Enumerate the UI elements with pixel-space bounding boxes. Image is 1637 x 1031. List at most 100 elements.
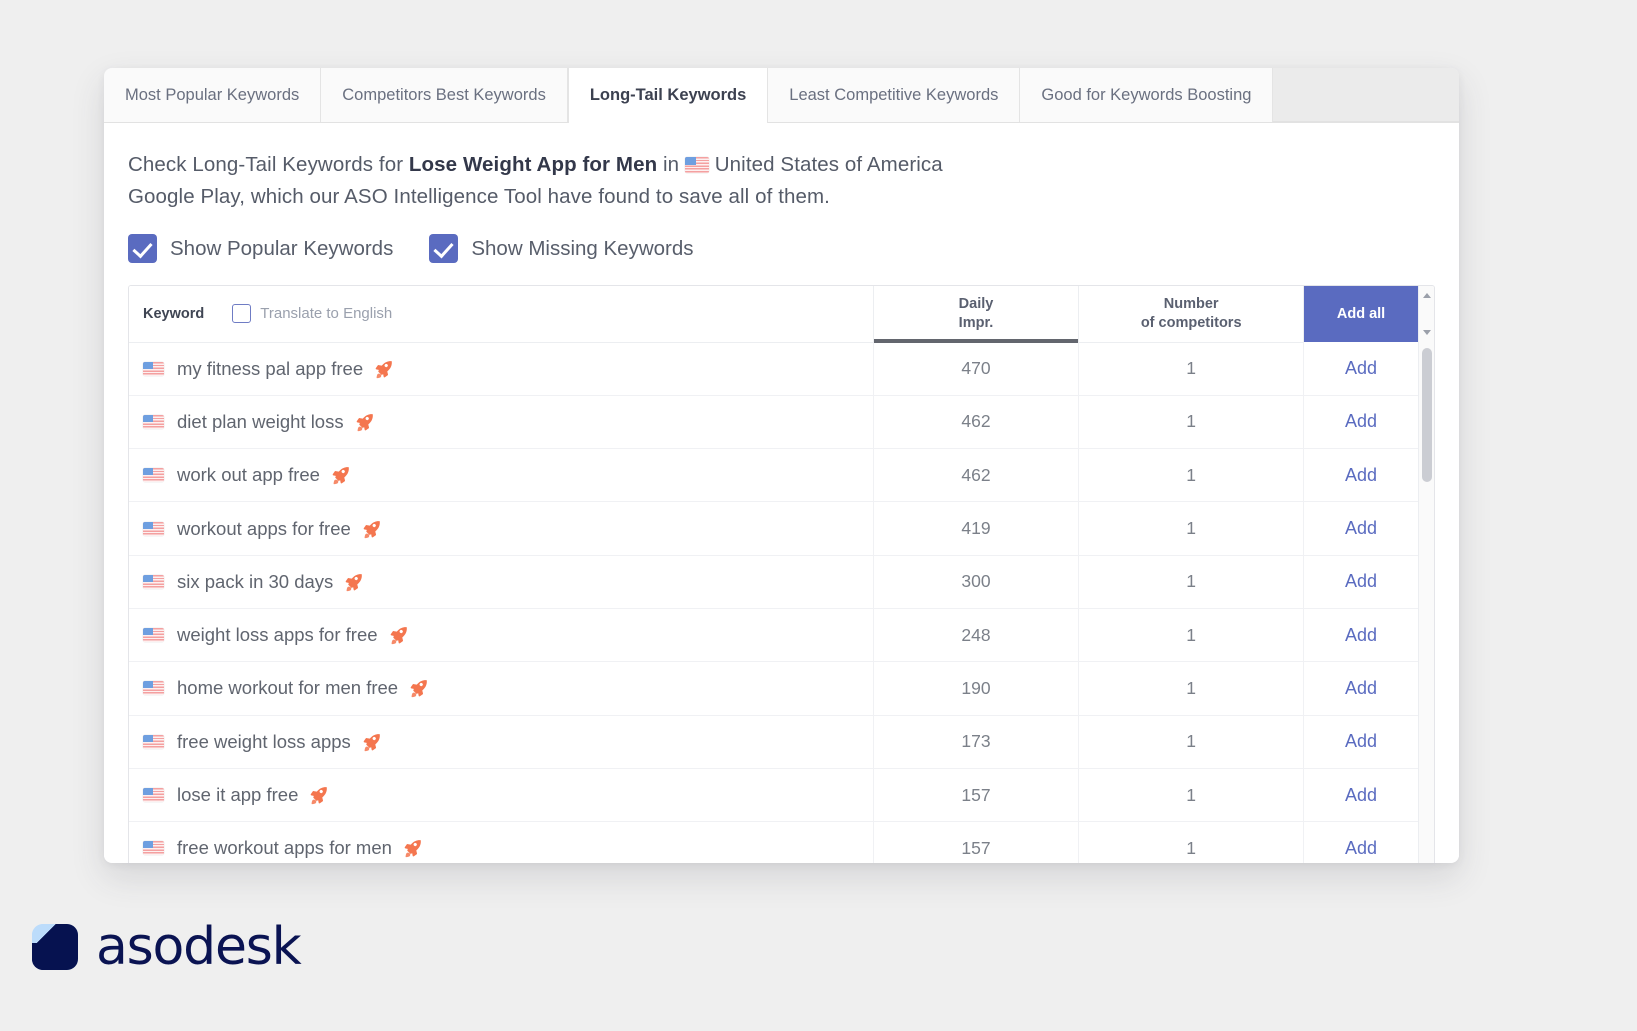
table-row[interactable]: six pack in 30 days 300 1 Add bbox=[129, 555, 1418, 609]
tab-bar: Most Popular Keywords Competitors Best K… bbox=[104, 68, 1459, 123]
cell-daily-impr: 470 bbox=[873, 342, 1080, 396]
column-header-daily-impr[interactable]: Daily Impr. bbox=[873, 286, 1080, 343]
add-keyword-button[interactable]: Add bbox=[1303, 715, 1418, 769]
column-header-keyword[interactable]: Keyword Translate to English bbox=[129, 286, 874, 343]
description-mid: in bbox=[657, 153, 685, 176]
add-keyword-button[interactable]: Add bbox=[1303, 342, 1418, 396]
rocket-icon bbox=[331, 465, 351, 485]
add-keyword-button[interactable]: Add bbox=[1303, 501, 1418, 556]
tab-competitors-best-keywords[interactable]: Competitors Best Keywords bbox=[321, 68, 568, 122]
us-flag-icon bbox=[143, 628, 164, 643]
cell-number-of-competitors: 1 bbox=[1078, 448, 1305, 503]
cell-number-of-competitors: 1 bbox=[1078, 768, 1305, 823]
add-all-button[interactable]: Add all bbox=[1303, 286, 1418, 342]
cell-keyword: six pack in 30 days bbox=[129, 555, 874, 609]
table-vertical-scrollbar[interactable] bbox=[1418, 286, 1434, 863]
tab-least-competitive-keywords[interactable]: Least Competitive Keywords bbox=[768, 68, 1021, 122]
checkbox-checked-icon[interactable] bbox=[429, 234, 459, 263]
translate-to-english-checkbox[interactable] bbox=[232, 304, 252, 324]
cell-daily-impr: 419 bbox=[873, 501, 1080, 556]
keyword-text: workout apps for free bbox=[177, 517, 351, 539]
filter-show-popular-keywords[interactable]: Show Popular Keywords bbox=[128, 234, 393, 263]
keyword-text: free weight loss apps bbox=[177, 730, 351, 752]
cell-keyword: workout apps for free bbox=[129, 501, 874, 556]
cell-number-of-competitors: 1 bbox=[1078, 342, 1305, 396]
us-flag-icon bbox=[684, 157, 709, 173]
table-row[interactable]: my fitness pal app free 470 1 Add bbox=[129, 342, 1418, 396]
cell-daily-impr: 248 bbox=[873, 608, 1080, 663]
table-row[interactable]: weight loss apps for free 248 1 Add bbox=[129, 608, 1418, 663]
cell-number-of-competitors: 1 bbox=[1078, 555, 1305, 609]
add-keyword-button[interactable]: Add bbox=[1303, 555, 1418, 609]
tab-good-for-keywords-boosting[interactable]: Good for Keywords Boosting bbox=[1020, 68, 1274, 122]
filter-label-missing: Show Missing Keywords bbox=[471, 236, 694, 260]
tab-most-popular-keywords[interactable]: Most Popular Keywords bbox=[104, 68, 322, 122]
keyword-text: weight loss apps for free bbox=[177, 624, 378, 646]
table-row[interactable]: free workout apps for men 157 1 Add bbox=[129, 821, 1418, 863]
translate-to-english-label: Translate to English bbox=[260, 305, 393, 323]
asodesk-logomark-icon bbox=[32, 924, 78, 970]
keyword-text: lose it app free bbox=[177, 784, 299, 806]
table-row[interactable]: home workout for men free 190 1 Add bbox=[129, 661, 1418, 716]
table-row[interactable]: work out app free 462 1 Add bbox=[129, 448, 1418, 503]
table-row[interactable]: diet plan weight loss 462 1 Add bbox=[129, 395, 1418, 450]
scroll-down-arrow-icon[interactable] bbox=[1419, 324, 1434, 340]
us-flag-icon bbox=[143, 521, 164, 536]
add-keyword-button[interactable]: Add bbox=[1303, 448, 1418, 503]
cell-daily-impr: 462 bbox=[873, 448, 1080, 503]
keywords-table: Keyword Translate to English Daily Impr. bbox=[129, 286, 1418, 863]
rocket-icon bbox=[309, 785, 329, 805]
us-flag-icon bbox=[143, 841, 164, 856]
add-keyword-button[interactable]: Add bbox=[1303, 608, 1418, 663]
checkbox-checked-icon[interactable] bbox=[128, 234, 157, 263]
keyword-text: home workout for men free bbox=[177, 677, 399, 699]
table-row[interactable]: lose it app free 157 1 Add bbox=[129, 768, 1418, 823]
keyword-text: free workout apps for men bbox=[177, 837, 392, 859]
cell-daily-impr: 157 bbox=[873, 768, 1080, 823]
competitors-line-1: Number bbox=[1163, 295, 1219, 312]
cell-number-of-competitors: 1 bbox=[1078, 608, 1305, 663]
filter-show-missing-keywords[interactable]: Show Missing Keywords bbox=[429, 234, 694, 263]
keywords-table-scroll-area: Keyword Translate to English Daily Impr. bbox=[129, 286, 1418, 863]
asodesk-logo-text: asodesk bbox=[96, 917, 302, 977]
cell-keyword: free weight loss apps bbox=[129, 715, 874, 769]
scrollbar-thumb[interactable] bbox=[1422, 348, 1432, 482]
rocket-icon bbox=[403, 838, 423, 858]
daily-impr-line-1: Daily bbox=[958, 295, 994, 312]
filters-row: Show Popular Keywords Show Missing Keywo… bbox=[128, 234, 1435, 263]
add-keyword-button[interactable]: Add bbox=[1303, 821, 1418, 863]
table-header-row: Keyword Translate to English Daily Impr. bbox=[129, 286, 1418, 343]
keyword-text: work out app free bbox=[177, 464, 320, 486]
cell-keyword: diet plan weight loss bbox=[129, 395, 874, 450]
us-flag-icon bbox=[143, 788, 164, 803]
rocket-icon bbox=[409, 678, 429, 698]
table-row[interactable]: workout apps for free 419 1 Add bbox=[129, 501, 1418, 556]
column-header-number-of-competitors[interactable]: Number of competitors bbox=[1078, 286, 1305, 343]
add-keyword-button[interactable]: Add bbox=[1303, 395, 1418, 450]
us-flag-icon bbox=[143, 681, 164, 696]
cell-daily-impr: 190 bbox=[873, 661, 1080, 716]
panel-body: Check Long-Tail Keywords for Lose Weight… bbox=[104, 123, 1459, 863]
panel-description: Check Long-Tail Keywords for Lose Weight… bbox=[128, 149, 1128, 213]
cell-daily-impr: 462 bbox=[873, 395, 1080, 450]
table-body: my fitness pal app free 470 1 Add diet plan … bbox=[129, 342, 1418, 863]
filter-label-popular: Show Popular Keywords bbox=[170, 236, 394, 260]
us-flag-icon bbox=[143, 414, 164, 429]
add-keyword-button[interactable]: Add bbox=[1303, 661, 1418, 716]
cell-keyword: home workout for men free bbox=[129, 661, 874, 716]
rocket-icon bbox=[362, 519, 382, 539]
cell-keyword: weight loss apps for free bbox=[129, 608, 874, 663]
scroll-up-arrow-icon[interactable] bbox=[1419, 287, 1434, 303]
table-row[interactable]: free weight loss apps 173 1 Add bbox=[129, 715, 1418, 769]
cell-daily-impr: 157 bbox=[873, 821, 1080, 863]
rocket-icon bbox=[344, 572, 364, 592]
tab-bar-filler bbox=[1273, 68, 1459, 122]
keyword-text: my fitness pal app free bbox=[177, 357, 364, 379]
keywords-table-container: Keyword Translate to English Daily Impr. bbox=[128, 285, 1435, 863]
us-flag-icon bbox=[143, 734, 164, 749]
table-head: Keyword Translate to English Daily Impr. bbox=[129, 286, 1418, 343]
cell-daily-impr: 173 bbox=[873, 715, 1080, 769]
tab-long-tail-keywords[interactable]: Long-Tail Keywords bbox=[567, 68, 769, 123]
add-keyword-button[interactable]: Add bbox=[1303, 768, 1418, 823]
keyword-text: diet plan weight loss bbox=[177, 410, 344, 432]
